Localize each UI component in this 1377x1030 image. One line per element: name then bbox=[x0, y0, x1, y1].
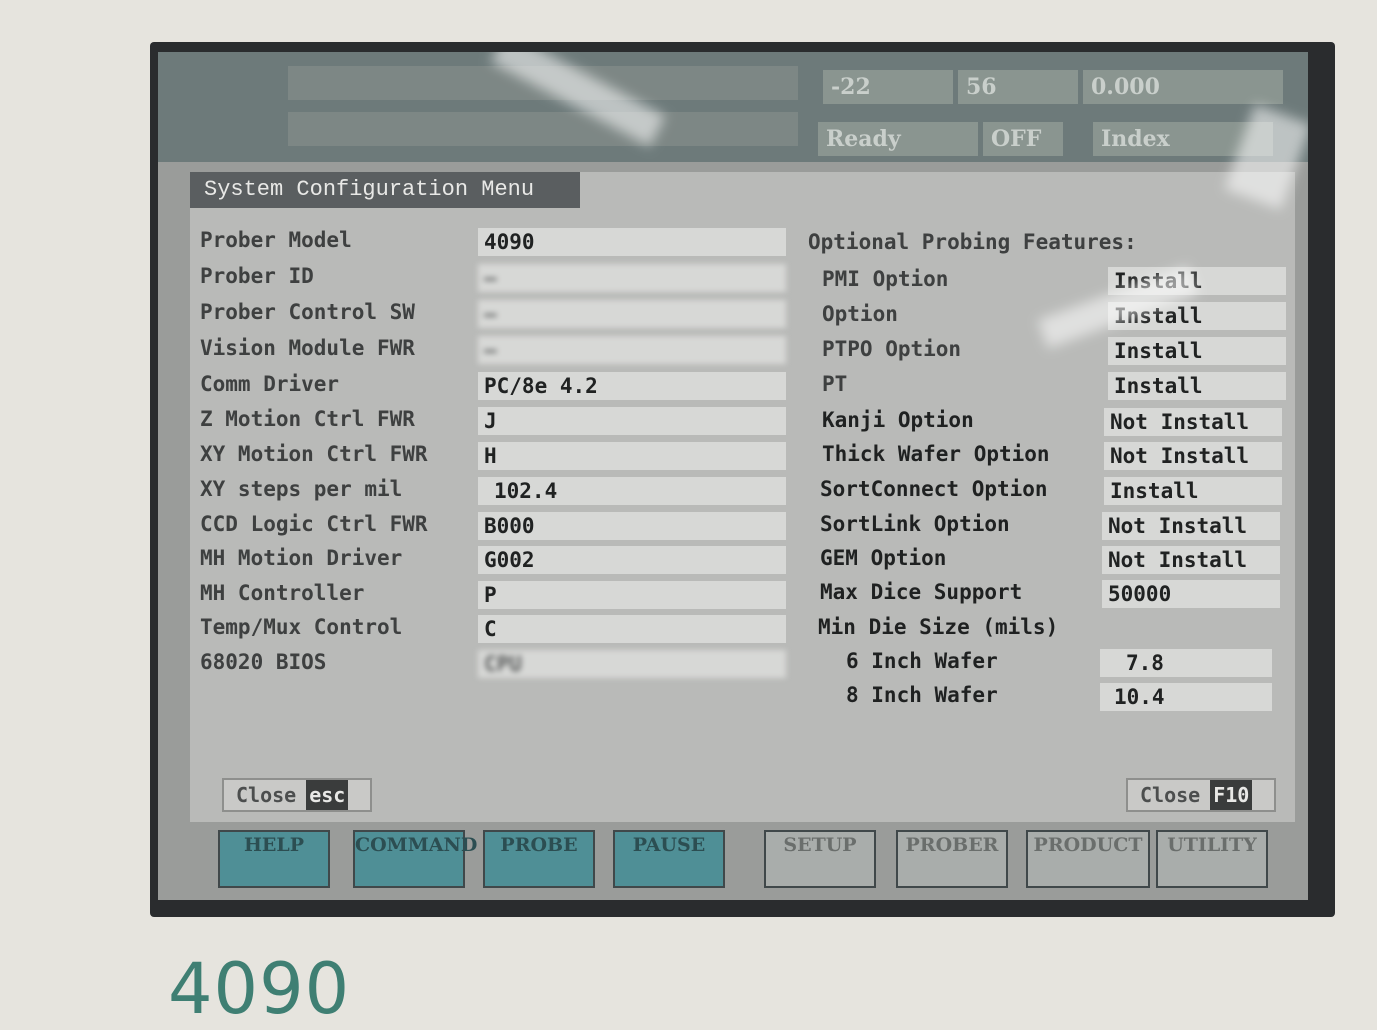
label-xy-steps-per-mil: XY steps per mil bbox=[200, 477, 403, 501]
close-esc-button[interactable]: Close esc bbox=[222, 778, 372, 812]
status-subtitle-bar bbox=[288, 112, 798, 146]
field-vision-module-fwr: — bbox=[478, 336, 786, 364]
f10-key-badge: F10 bbox=[1210, 780, 1253, 810]
status-ready: Ready bbox=[818, 122, 978, 156]
field-kanji-option: Not Install bbox=[1104, 408, 1282, 436]
label-8-inch-wafer: 8 Inch Wafer bbox=[846, 683, 998, 707]
system-configuration-dialog: System Configuration Menu Prober Model P… bbox=[190, 172, 1295, 822]
field-8-inch-wafer: 10.4 bbox=[1100, 683, 1272, 711]
label-pt-option: PT bbox=[822, 372, 848, 396]
label-gem-option: GEM Option bbox=[820, 546, 947, 570]
field-max-dice-support: 50000 bbox=[1102, 580, 1280, 608]
tab-pause[interactable]: PAUSE bbox=[613, 830, 725, 888]
field-6-inch-wafer: 7.8 bbox=[1100, 649, 1272, 677]
label-comm-driver: Comm Driver bbox=[200, 372, 340, 396]
status-value-2: 56 bbox=[958, 70, 1078, 104]
field-mh-controller: P bbox=[478, 581, 786, 609]
field-xy-motion-ctrl-fwr: H bbox=[478, 442, 786, 470]
field-z-motion-ctrl-fwr: J bbox=[478, 407, 786, 435]
field-xy-steps-per-mil: 102.4 bbox=[478, 477, 786, 505]
status-value-3: 0.000 bbox=[1083, 70, 1283, 104]
label-max-dice-support: Max Dice Support bbox=[820, 580, 1023, 604]
label-sortconnect-option: SortConnect Option bbox=[820, 477, 1048, 501]
field-68020-bios: CPU bbox=[478, 650, 786, 678]
label-prober-id: Prober ID bbox=[200, 264, 314, 288]
function-tab-bar: HELP COMMAND PROBE PAUSE SETUP PROBER PR… bbox=[208, 830, 1308, 900]
label-prober-control-sw: Prober Control SW bbox=[200, 300, 415, 324]
label-mh-motion-driver: MH Motion Driver bbox=[200, 546, 403, 570]
field-pt-option: Install bbox=[1108, 372, 1286, 400]
field-thick-wafer-option: Not Install bbox=[1104, 442, 1282, 470]
field-mh-motion-driver: G002 bbox=[478, 546, 786, 574]
close-f10-button[interactable]: Close F10 bbox=[1126, 778, 1276, 812]
tab-prober[interactable]: PROBER bbox=[896, 830, 1008, 888]
label-mh-controller: MH Controller bbox=[200, 581, 365, 605]
label-prober-model: Prober Model bbox=[200, 228, 352, 252]
label-thick-wafer-option: Thick Wafer Option bbox=[822, 442, 1050, 466]
close-esc-label: Close bbox=[236, 783, 297, 807]
dialog-title: System Configuration Menu bbox=[190, 172, 580, 208]
label-pmi-option: PMI Option bbox=[822, 267, 949, 291]
close-f10-label: Close bbox=[1140, 783, 1201, 807]
screen: -22 56 0.000 Ready OFF Index System Conf… bbox=[158, 52, 1308, 900]
label-vision-module-fwr: Vision Module FWR bbox=[200, 336, 415, 360]
label-ptpo-option: PTPO Option bbox=[822, 337, 962, 361]
tab-setup[interactable]: SETUP bbox=[764, 830, 876, 888]
label-z-motion-ctrl-fwr: Z Motion Ctrl FWR bbox=[200, 407, 415, 431]
label-ccd-logic-ctrl-fwr: CCD Logic Ctrl FWR bbox=[200, 512, 428, 536]
tab-product[interactable]: PRODUCT bbox=[1026, 830, 1150, 888]
field-sortlink-option: Not Install bbox=[1102, 512, 1280, 540]
tab-probe[interactable]: PROBE bbox=[483, 830, 595, 888]
label-sortlink-option: SortLink Option bbox=[820, 512, 1010, 536]
field-ccd-logic-ctrl-fwr: B000 bbox=[478, 512, 786, 540]
esc-key-badge: esc bbox=[306, 780, 349, 810]
status-value-1: -22 bbox=[823, 70, 953, 104]
field-sortconnect-option: Install bbox=[1104, 477, 1282, 505]
label-68020-bios: 68020 BIOS bbox=[200, 650, 327, 674]
field-gem-option: Not Install bbox=[1102, 546, 1280, 574]
label-xy-motion-ctrl-fwr: XY Motion Ctrl FWR bbox=[200, 442, 428, 466]
min-die-size-header: Min Die Size (mils) bbox=[818, 615, 1059, 639]
optional-features-header: Optional Probing Features: bbox=[808, 230, 1137, 254]
field-prober-control-sw: — bbox=[478, 300, 786, 328]
status-bar: -22 56 0.000 Ready OFF Index bbox=[158, 52, 1308, 162]
field-comm-driver: PC/8e 4.2 bbox=[478, 372, 786, 400]
label-kanji-option: Kanji Option bbox=[822, 408, 974, 432]
tab-command[interactable]: COMMAND bbox=[353, 830, 477, 888]
label-option: Option bbox=[822, 302, 898, 326]
field-ptpo-option: Install bbox=[1108, 337, 1286, 365]
field-prober-id: — bbox=[478, 264, 786, 292]
field-temp-mux-control: C bbox=[478, 615, 786, 643]
label-6-inch-wafer: 6 Inch Wafer bbox=[846, 649, 998, 673]
status-off: OFF bbox=[983, 122, 1063, 156]
label-temp-mux-control: Temp/Mux Control bbox=[200, 615, 403, 639]
tab-utility[interactable]: UTILITY bbox=[1156, 830, 1268, 888]
field-prober-model: 4090 bbox=[478, 228, 786, 256]
tab-help[interactable]: HELP bbox=[218, 830, 330, 888]
device-model-label: 4090 bbox=[168, 948, 351, 1030]
